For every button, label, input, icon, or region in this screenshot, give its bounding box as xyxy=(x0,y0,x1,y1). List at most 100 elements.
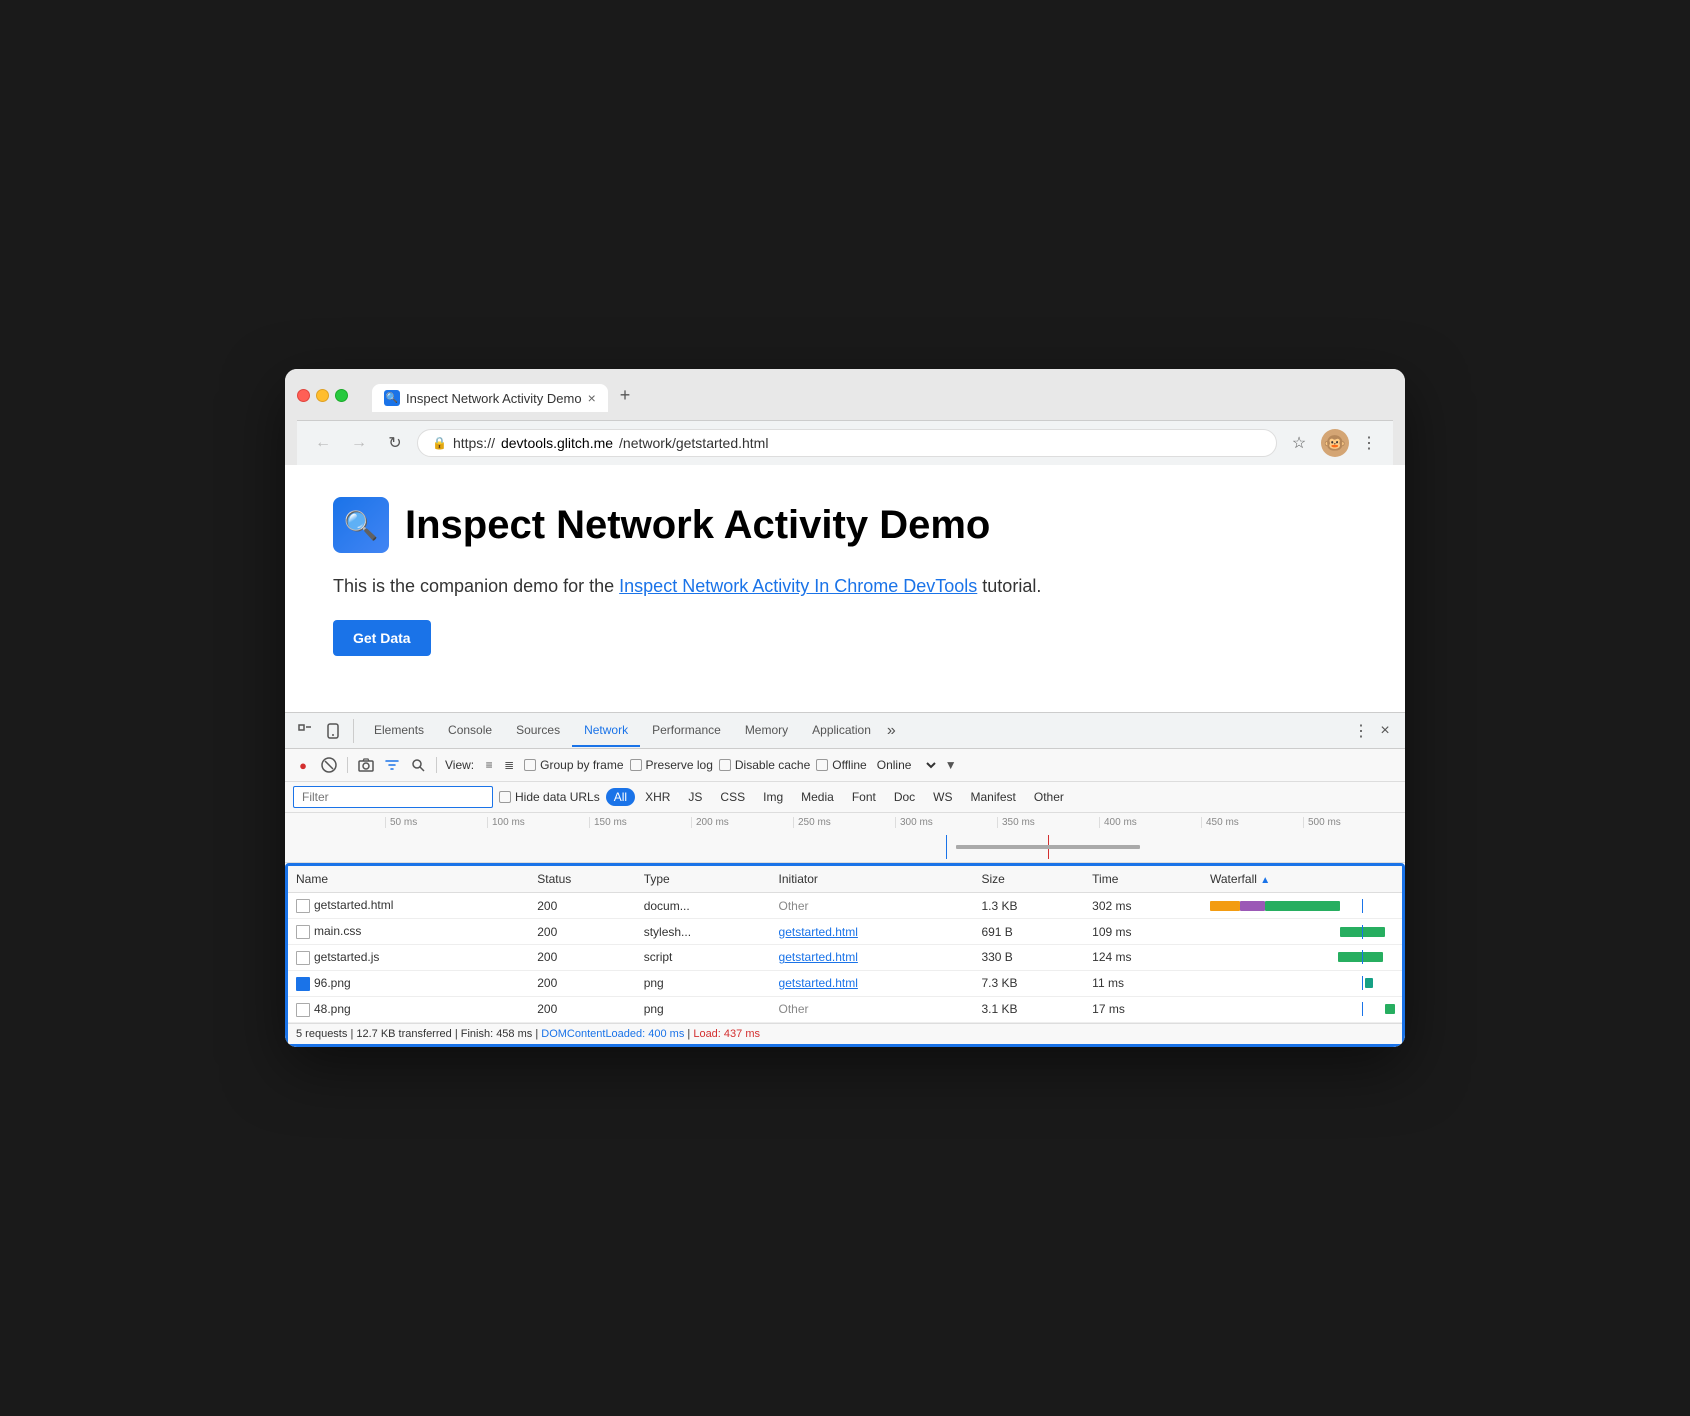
hide-data-urls-group: Hide data URLs xyxy=(499,790,600,804)
page-icon: 🔍 xyxy=(333,497,389,553)
devtools-icon-group xyxy=(293,719,354,743)
preserve-log-checkbox[interactable] xyxy=(630,759,642,771)
devtools-menu-button[interactable]: ⋮ xyxy=(1349,719,1373,743)
offline-label: Offline xyxy=(832,758,866,772)
waterfall-bar xyxy=(1385,1004,1395,1014)
search-button[interactable] xyxy=(408,755,428,775)
url-bar[interactable]: 🔒 https://devtools.glitch.me/network/get… xyxy=(417,429,1277,457)
filter-types: All XHR JS CSS Img Media Font Doc WS Man… xyxy=(606,788,1072,806)
filter-js-button[interactable]: JS xyxy=(680,788,710,806)
screenshot-button[interactable] xyxy=(356,755,376,775)
tab-sources[interactable]: Sources xyxy=(504,715,572,747)
bookmark-button[interactable]: ☆ xyxy=(1285,429,1313,457)
page-title: Inspect Network Activity Demo xyxy=(405,503,990,548)
back-button[interactable]: ← xyxy=(309,429,337,457)
mark-100ms: 100 ms xyxy=(487,817,589,828)
filter-css-button[interactable]: CSS xyxy=(712,788,753,806)
filter-ws-button[interactable]: WS xyxy=(925,788,960,806)
filter-media-button[interactable]: Media xyxy=(793,788,842,806)
traffic-lights xyxy=(297,389,348,402)
view-icons: ≡ ≣ xyxy=(480,756,518,774)
mark-50ms: 50 ms xyxy=(385,817,487,828)
dom-content-loaded-label[interactable]: DOMContentLoaded: xyxy=(541,1028,645,1040)
table-row[interactable]: 48.png200pngOther3.1 KB17 ms xyxy=(288,996,1402,1022)
devtools-close-button[interactable]: × xyxy=(1373,719,1397,743)
filter-all-button[interactable]: All xyxy=(606,788,635,806)
tab-memory[interactable]: Memory xyxy=(733,715,800,747)
filter-button[interactable] xyxy=(382,755,402,775)
cell-type: png xyxy=(636,996,771,1022)
titlebar: 🔍 Inspect Network Activity Demo × + ← → … xyxy=(285,369,1405,465)
address-bar: ← → ↻ 🔒 https://devtools.glitch.me/netwo… xyxy=(297,420,1393,465)
cell-initiator[interactable]: getstarted.html xyxy=(771,919,974,945)
page-content: 🔍 Inspect Network Activity Demo This is … xyxy=(285,465,1405,712)
mark-400ms: 400 ms xyxy=(1099,817,1201,828)
more-tabs-button[interactable]: » xyxy=(887,722,896,740)
col-header-status: Status xyxy=(529,866,635,893)
close-button[interactable] xyxy=(297,389,310,402)
waterfall-blue-line xyxy=(1362,1002,1363,1016)
tab-console[interactable]: Console xyxy=(436,715,504,747)
cell-waterfall xyxy=(1202,996,1402,1022)
disable-cache-group: Disable cache xyxy=(719,758,810,772)
new-tab-button[interactable]: + xyxy=(610,379,641,412)
browser-window: 🔍 Inspect Network Activity Demo × + ← → … xyxy=(285,369,1405,1046)
device-toolbar-button[interactable] xyxy=(321,719,345,743)
profile-button[interactable]: 🐵 xyxy=(1321,429,1349,457)
filter-manifest-button[interactable]: Manifest xyxy=(963,788,1024,806)
group-by-frame-checkbox[interactable] xyxy=(524,759,536,771)
filter-input[interactable] xyxy=(293,786,493,808)
cell-type: script xyxy=(636,945,771,971)
group-by-frame-group: Group by frame xyxy=(524,758,623,772)
disable-cache-checkbox[interactable] xyxy=(719,759,731,771)
inspect-element-button[interactable] xyxy=(293,719,317,743)
waterfall-blue-line xyxy=(1362,925,1363,939)
filter-other-button[interactable]: Other xyxy=(1026,788,1072,806)
devtools-tabbar: Elements Console Sources Network Perform… xyxy=(285,713,1405,749)
table-row[interactable]: 96.png200pnggetstarted.html7.3 KB11 ms xyxy=(288,970,1402,996)
record-button[interactable]: ● xyxy=(293,755,313,775)
tab-elements[interactable]: Elements xyxy=(362,715,436,747)
filter-xhr-button[interactable]: XHR xyxy=(637,788,678,806)
status-transferred: 12.7 KB transferred xyxy=(356,1028,451,1040)
table-row[interactable]: main.css200stylesh...getstarted.html691 … xyxy=(288,919,1402,945)
page-heading: 🔍 Inspect Network Activity Demo xyxy=(333,497,1357,553)
active-tab[interactable]: 🔍 Inspect Network Activity Demo × xyxy=(372,384,608,412)
table-header-row: Name Status Type Initiator Size Time Wat… xyxy=(288,866,1402,893)
tab-network[interactable]: Network xyxy=(572,715,640,747)
maximize-button[interactable] xyxy=(335,389,348,402)
throttle-dropdown-icon[interactable]: ▼ xyxy=(945,758,957,772)
tab-application[interactable]: Application xyxy=(800,715,883,747)
offline-checkbox[interactable] xyxy=(816,759,828,771)
filter-doc-button[interactable]: Doc xyxy=(886,788,923,806)
get-data-button[interactable]: Get Data xyxy=(333,620,431,656)
filter-font-button[interactable]: Font xyxy=(844,788,884,806)
waterfall-bar xyxy=(1210,901,1240,911)
reload-button[interactable]: ↻ xyxy=(381,429,409,457)
cell-initiator[interactable]: getstarted.html xyxy=(771,970,974,996)
hide-data-urls-checkbox[interactable] xyxy=(499,791,511,803)
tab-close-button[interactable]: × xyxy=(588,390,596,406)
table-row[interactable]: getstarted.js200scriptgetstarted.html330… xyxy=(288,945,1402,971)
timeline: 50 ms 100 ms 150 ms 200 ms 250 ms 300 ms… xyxy=(285,813,1405,863)
cell-status: 200 xyxy=(529,893,635,919)
timeline-bars xyxy=(385,835,1405,859)
forward-button[interactable]: → xyxy=(345,429,373,457)
col-header-type: Type xyxy=(636,866,771,893)
preserve-log-group: Preserve log xyxy=(630,758,713,772)
throttle-select[interactable]: Online Fast 3G Slow 3G Offline xyxy=(873,757,939,773)
titlebar-top: 🔍 Inspect Network Activity Demo × + xyxy=(297,379,1393,412)
table-row[interactable]: getstarted.html200docum...Other1.3 KB302… xyxy=(288,893,1402,919)
devtools-link[interactable]: Inspect Network Activity In Chrome DevTo… xyxy=(619,576,977,596)
waterfall-blue-line xyxy=(1362,899,1363,913)
minimize-button[interactable] xyxy=(316,389,329,402)
tab-performance[interactable]: Performance xyxy=(640,715,733,747)
cell-initiator[interactable]: getstarted.html xyxy=(771,945,974,971)
blue-marker-line xyxy=(946,835,947,859)
clear-button[interactable] xyxy=(319,755,339,775)
filter-img-button[interactable]: Img xyxy=(755,788,791,806)
browser-menu-button[interactable]: ⋮ xyxy=(1357,431,1381,455)
view-list-button[interactable]: ≡ xyxy=(480,756,498,774)
view-tree-button[interactable]: ≣ xyxy=(500,756,518,774)
mark-450ms: 450 ms xyxy=(1201,817,1303,828)
